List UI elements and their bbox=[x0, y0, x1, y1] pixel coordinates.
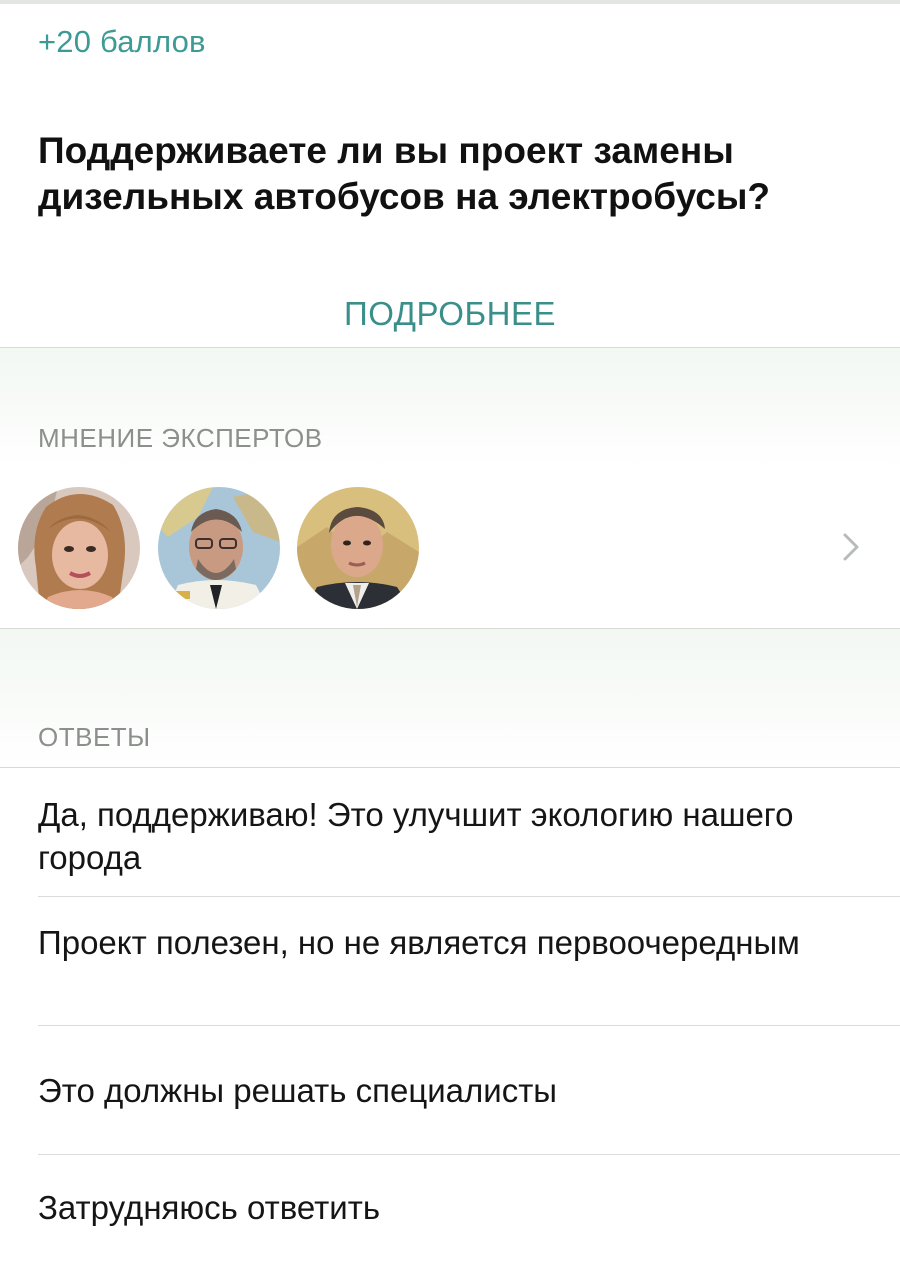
experts-section-header: МНЕНИЕ ЭКСПЕРТОВ bbox=[0, 347, 900, 469]
top-divider bbox=[0, 0, 900, 4]
answer-label: Это должны решать специалисты bbox=[38, 1072, 558, 1109]
chevron-right-icon bbox=[843, 533, 859, 561]
poll-screen: +20 баллов Поддерживаете ли вы проект за… bbox=[0, 0, 900, 1280]
poll-question: Поддерживаете ли вы проект замены дизель… bbox=[38, 130, 771, 217]
expert-avatar-2[interactable] bbox=[158, 487, 280, 609]
expert-avatar-3[interactable] bbox=[297, 487, 419, 609]
answer-option[interactable]: Да, поддерживаю! Это улучшит экологию на… bbox=[0, 767, 900, 897]
answer-label: Проект полезен, но не является первоочер… bbox=[38, 924, 800, 961]
more-details-button[interactable]: ПОДРОБНЕЕ bbox=[0, 288, 900, 348]
experts-row[interactable] bbox=[0, 468, 900, 628]
answer-option[interactable]: Это должны решать специалисты bbox=[0, 1026, 900, 1155]
answers-list: Да, поддерживаю! Это улучшит экологию на… bbox=[0, 767, 900, 1275]
answers-section-title: ОТВЕТЫ bbox=[38, 722, 151, 752]
answer-label: Затрудняюсь ответить bbox=[38, 1189, 381, 1226]
answers-section-header: ОТВЕТЫ bbox=[0, 628, 900, 768]
answer-option[interactable]: Затрудняюсь ответить bbox=[0, 1155, 900, 1275]
points-label: +20 баллов bbox=[38, 24, 206, 59]
experts-section-title: МНЕНИЕ ЭКСПЕРТОВ bbox=[38, 423, 323, 453]
answer-option[interactable]: Проект полезен, но не является первоочер… bbox=[0, 897, 900, 1026]
expert-avatar-1[interactable] bbox=[18, 487, 140, 609]
answer-label: Да, поддерживаю! Это улучшит экологию на… bbox=[38, 796, 794, 876]
